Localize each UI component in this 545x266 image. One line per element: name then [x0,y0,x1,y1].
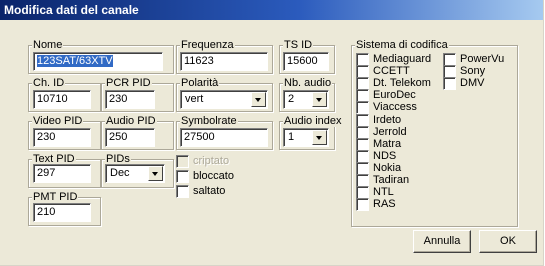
symbolrate-label: Symbolrate [180,115,238,127]
ts-id-input[interactable]: 15600 [283,52,329,71]
chevron-down-icon[interactable] [251,92,266,107]
audio-index-value: 1 [288,131,295,143]
checkbox-box[interactable] [356,161,369,175]
checkbox-box[interactable] [356,186,369,200]
video-pid-input[interactable]: 230 [33,128,91,147]
criptato-label: criptato [193,155,230,167]
window-title: Modifica dati del canale [0,0,543,20]
audio-pid-label: Audio PID [105,115,157,127]
checkbox-box[interactable] [356,149,369,163]
checkbox-box[interactable] [356,137,369,151]
symbolrate-input[interactable]: 27500 [180,128,268,147]
chevron-down-icon[interactable] [148,166,163,181]
codifica-item-label: Nokia [373,161,402,174]
checkbox-box[interactable] [356,174,369,187]
channel-edit-dialog: Modifica dati del canale Nome 123SAT/63X… [0,0,544,266]
nb-audio-value: 2 [288,93,295,105]
audio-index-select[interactable]: 1 [283,128,329,147]
checkbox-box[interactable] [176,185,189,198]
checkbox-box[interactable] [356,65,369,79]
nb-audio-label: Nb. audio [283,77,333,89]
checkbox-box[interactable] [176,170,189,183]
codifica-item-label: Irdeto [373,113,402,126]
ok-button[interactable]: OK [479,230,537,253]
pcr-pid-input[interactable]: 230 [105,90,155,109]
ts-id-label: TS ID [283,39,314,51]
codifica-item-label: DMV [460,77,485,90]
bloccato-label: bloccato [193,170,234,182]
ch-id-label: Ch. ID [32,77,66,89]
nb-audio-select[interactable]: 2 [283,90,329,109]
checkbox-box[interactable] [443,65,456,79]
annulla-button[interactable]: Annulla [413,230,471,253]
polarita-label: Polarità [180,77,220,89]
codifica-item-label: Sony [460,65,486,78]
checkbox-box[interactable] [356,101,369,115]
codifica-item-label: NDS [373,149,397,162]
video-pid-label: Video PID [32,115,84,127]
codifica-item-label: Mediaguard [373,53,432,65]
codifica-item-label: Jerrold [373,125,407,138]
nome-label: Nome [32,39,64,51]
checkbox-box[interactable] [356,125,369,139]
codifica-item-label: PowerVu [460,53,505,65]
codifica-item-label: Matra [373,137,402,150]
pcr-pid-label: PCR PID [105,77,152,89]
audio-index-label: Audio index [283,115,343,127]
pids-value: Dec [110,167,130,179]
checkbox-box[interactable] [356,198,369,212]
chevron-down-icon[interactable] [312,130,327,145]
checkbox-box[interactable] [443,53,456,66]
checkbox-box[interactable] [356,53,369,66]
checkbox-box[interactable] [176,155,189,168]
audio-pid-input[interactable]: 250 [105,128,155,147]
pmt-pid-input[interactable]: 210 [33,203,91,222]
checkbox-box[interactable] [356,89,369,103]
codifica-item-label: Tadiran [373,174,410,186]
codifica-item-label: CCETT [373,65,410,78]
frequenza-input[interactable]: 11623 [180,52,268,71]
checkbox-box[interactable] [356,113,369,127]
pids-select[interactable]: Dec [105,164,165,183]
saltato-label: saltato [193,185,226,197]
codifica-item-label: EuroDec [373,89,416,102]
chevron-down-icon[interactable] [312,92,327,107]
polarita-value: vert [185,93,204,105]
checkbox-box[interactable] [356,77,369,91]
pmt-pid-label: PMT PID [32,191,79,203]
frequenza-label: Frequenza [180,39,235,51]
codifica-item-label: Dt. Telekom [373,77,431,90]
codifica-label: Sistema di codifica [355,39,449,51]
nome-value: 123SAT/63XTV [37,55,113,67]
checkbox-box[interactable] [443,77,456,91]
codifica-item-label: NTL [373,186,394,199]
text-pid-input[interactable]: 297 [33,164,91,183]
polarita-select[interactable]: vert [180,90,268,109]
ch-id-input[interactable]: 10710 [33,90,91,109]
codifica-item-label: RAS [373,198,396,211]
codifica-item-label: Viaccess [373,101,417,114]
nome-input[interactable]: 123SAT/63XTV [33,52,163,71]
